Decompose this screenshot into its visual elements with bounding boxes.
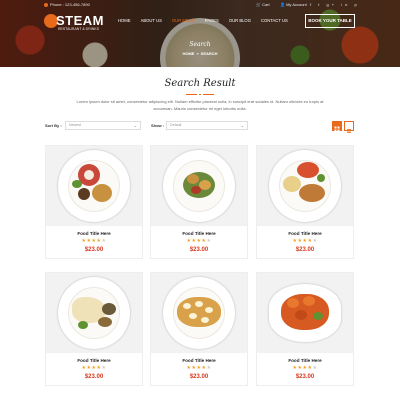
product-price: $23.00: [84, 247, 104, 253]
show-label: Show :: [151, 123, 165, 128]
twitter-icon[interactable]: t: [318, 2, 322, 7]
hero-banner: Phone : 123-456-7890 🛒 Cart 👤 My Account…: [0, 0, 400, 67]
nav-our-menu[interactable]: OUR MENU: [172, 18, 195, 26]
top-bar: Phone : 123-456-7890 🛒 Cart 👤 My Account…: [0, 0, 400, 10]
product-card[interactable]: Food Title Here ★★★★★ $23.00: [45, 145, 143, 259]
product-image: [46, 146, 142, 226]
list-view-button[interactable]: [344, 121, 354, 133]
sort-value: Newest: [69, 123, 81, 127]
product-card[interactable]: Food Title Here ★★★★★ $23.00: [256, 145, 354, 259]
product-image: [151, 146, 247, 226]
breadcrumb-current: SEARCH: [200, 51, 218, 56]
grid-view-button[interactable]: [332, 121, 342, 132]
chevron-down-icon: ⌄: [133, 123, 137, 128]
product-image: [151, 273, 247, 353]
breadcrumb-home[interactable]: HOME: [182, 51, 194, 56]
phone-icon: [44, 2, 48, 7]
breadcrumb-separator: »: [196, 51, 199, 56]
product-image: [257, 146, 353, 226]
star-icon: ★: [206, 365, 212, 371]
sort-select[interactable]: Newest ⌄: [65, 121, 141, 130]
filter-bar: Sort By : Newest ⌄ Show : Default ⌄: [45, 121, 356, 133]
breadcrumb: HOME» SEARCH: [0, 51, 400, 56]
product-image: [46, 273, 142, 353]
product-price: $23.00: [84, 374, 104, 380]
section-intro: Lorem ipsum dolor sit amet, consectetur …: [76, 99, 324, 111]
brand-tagline: RESTAURANT & DRINKS: [58, 27, 99, 31]
product-title[interactable]: Food Title Here: [257, 358, 353, 363]
product-price: $23.00: [189, 374, 209, 380]
star-icon: ★: [312, 238, 318, 244]
show-value: Default: [170, 123, 182, 127]
product-title[interactable]: Food Title Here: [46, 358, 142, 363]
nav-home[interactable]: HOME: [118, 18, 131, 26]
product-price: $23.00: [295, 374, 315, 380]
star-icon: ★: [312, 365, 318, 371]
product-title[interactable]: Food Title Here: [257, 231, 353, 236]
facebook-icon[interactable]: f: [310, 2, 314, 7]
my-account-link[interactable]: 👤 My Account: [280, 2, 307, 7]
grid-icon: [334, 126, 340, 132]
chevron-down-icon: ⌄: [240, 123, 244, 128]
book-table-button[interactable]: BOOK YOUR TABLE: [305, 14, 355, 28]
star-icon: ★: [206, 238, 212, 244]
product-title[interactable]: Food Title Here: [151, 358, 247, 363]
google-plus-icon[interactable]: g+: [327, 2, 338, 7]
social-links: f t g+ in p: [310, 2, 360, 7]
star-rating: ★★★★★: [46, 365, 142, 371]
star-rating: ★★★★★: [151, 365, 247, 371]
product-card[interactable]: Food Title Here ★★★★★ $23.00: [150, 272, 248, 386]
product-card[interactable]: Food Title Here ★★★★★ $23.00: [256, 272, 354, 386]
product-title[interactable]: Food Title Here: [151, 231, 247, 236]
star-rating: ★★★★★: [151, 238, 247, 244]
nav-contact-us[interactable]: CONTACT US: [261, 18, 288, 26]
star-icon: ★: [101, 238, 107, 244]
nav-about-us[interactable]: ABOUT US: [141, 18, 162, 26]
cart-link[interactable]: 🛒 Cart: [256, 2, 270, 7]
brand-name: STEAM: [56, 13, 104, 28]
page-title: Search: [189, 41, 211, 48]
product-card[interactable]: Food Title Here ★★★★★ $23.00: [150, 145, 248, 259]
product-price: $23.00: [295, 247, 315, 253]
list-icon: [347, 129, 351, 133]
brand-logo[interactable]: STEAM RESTAURANT & DRINKS: [44, 12, 104, 34]
show-select[interactable]: Default ⌄: [166, 121, 248, 130]
pinterest-icon[interactable]: p: [354, 2, 359, 7]
star-icon: ★: [101, 365, 107, 371]
nav-pages[interactable]: PAGES: [205, 18, 219, 26]
product-image: [257, 273, 353, 353]
main-nav: HOME ABOUT US OUR MENU PAGES OUR BLOG CO…: [118, 18, 298, 26]
section-title: Search Result: [164, 78, 236, 89]
sort-label: Sort By :: [45, 123, 62, 128]
product-price: $23.00: [189, 247, 209, 253]
product-title[interactable]: Food Title Here: [46, 231, 142, 236]
title-divider: [186, 94, 214, 95]
nav-our-blog[interactable]: OUR BLOG: [229, 18, 251, 26]
linkedin-icon[interactable]: in: [341, 2, 350, 7]
phone-info: Phone : 123-456-7890: [44, 2, 90, 7]
star-rating: ★★★★★: [257, 365, 353, 371]
star-rating: ★★★★★: [257, 238, 353, 244]
star-rating: ★★★★★: [46, 238, 142, 244]
product-card[interactable]: Food Title Here ★★★★★ $23.00: [45, 272, 143, 386]
